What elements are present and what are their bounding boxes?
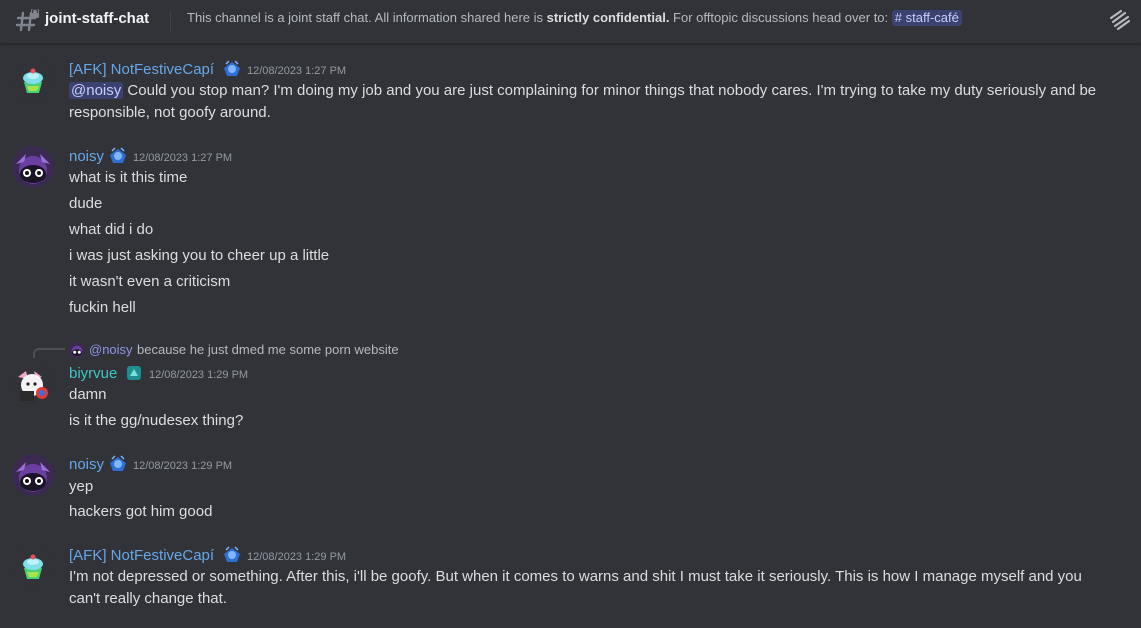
avatar[interactable] xyxy=(12,363,54,405)
username[interactable]: [AFK] NotFestiveCapí xyxy=(69,547,214,564)
message-text: @noisy Could you stop man? I'm doing my … xyxy=(69,80,1129,102)
message-text-line: is it the gg/nudesex thing? xyxy=(69,412,244,429)
role-badge-icon xyxy=(224,546,240,562)
username[interactable]: biyrvue xyxy=(69,365,117,382)
message-text-line: responsible, not goofy around. xyxy=(69,104,271,121)
timestamp: 12/08/2023 1:29 PM xyxy=(149,369,249,381)
topic-text-2: For offtopic discussions head over to: xyxy=(669,10,892,25)
timestamp: 12/08/2023 1:29 PM xyxy=(133,460,233,472)
avatar[interactable] xyxy=(12,146,54,188)
role-badge-icon xyxy=(224,60,240,76)
channel-hash-icon xyxy=(15,8,39,32)
username[interactable]: noisy xyxy=(69,148,104,165)
mention-hash-icon: # xyxy=(894,10,906,25)
channel-topic: This channel is a joint staff chat. All … xyxy=(187,10,962,26)
message-text-line: hackers got him good xyxy=(69,503,213,520)
message-text-line: what did i do xyxy=(69,221,154,238)
message-text-line: fuckin hell xyxy=(69,299,136,316)
channel-header: joint-staff-chat This channel is a joint… xyxy=(0,0,1141,44)
message-text-line: what is it this time xyxy=(69,169,188,186)
username[interactable]: [AFK] NotFestiveCapí xyxy=(69,61,214,78)
avatar[interactable] xyxy=(12,60,54,102)
role-badge-icon xyxy=(110,455,126,471)
threads-icon[interactable] xyxy=(1108,8,1132,32)
message-text-line: i was just asking you to cheer up a litt… xyxy=(69,247,330,264)
role-badge-icon xyxy=(110,147,126,163)
avatar[interactable] xyxy=(12,546,54,588)
reply-connector xyxy=(33,348,65,358)
topic-bold: strictly confidential. xyxy=(546,10,670,25)
avatar[interactable] xyxy=(12,454,54,496)
header-divider xyxy=(170,10,171,32)
timestamp: 12/08/2023 1:29 PM xyxy=(247,551,347,563)
message-text-line: I'm not depressed or something. After th… xyxy=(69,568,1082,585)
channel-mention-link[interactable]: # staff-café xyxy=(891,10,962,26)
timestamp: 12/08/2023 1:27 PM xyxy=(133,152,233,164)
message-text-line: damn xyxy=(69,386,107,403)
message-text-line: yep xyxy=(69,478,94,495)
message-text-line: it wasn't even a criticism xyxy=(69,273,231,290)
topic-text-1: This channel is a joint staff chat. All … xyxy=(187,10,547,25)
username[interactable]: noisy xyxy=(69,456,104,473)
message-text-line: can't really change that. xyxy=(69,590,227,607)
reply-preview[interactable]: because he just dmed me some porn websit… xyxy=(137,342,399,357)
timestamp: 12/08/2023 1:27 PM xyxy=(247,65,347,77)
message-text-line: dude xyxy=(69,195,103,212)
role-badge-icon xyxy=(127,366,141,380)
reply-avatar xyxy=(69,342,85,358)
channel-name: joint-staff-chat xyxy=(45,10,150,27)
reply-mention[interactable]: @noisy xyxy=(89,342,133,357)
message-text-line: Could you stop man? I'm doing my job and… xyxy=(127,82,1097,99)
user-mention[interactable]: @noisy xyxy=(69,82,124,99)
channel-mention-label: staff-café xyxy=(905,10,959,25)
